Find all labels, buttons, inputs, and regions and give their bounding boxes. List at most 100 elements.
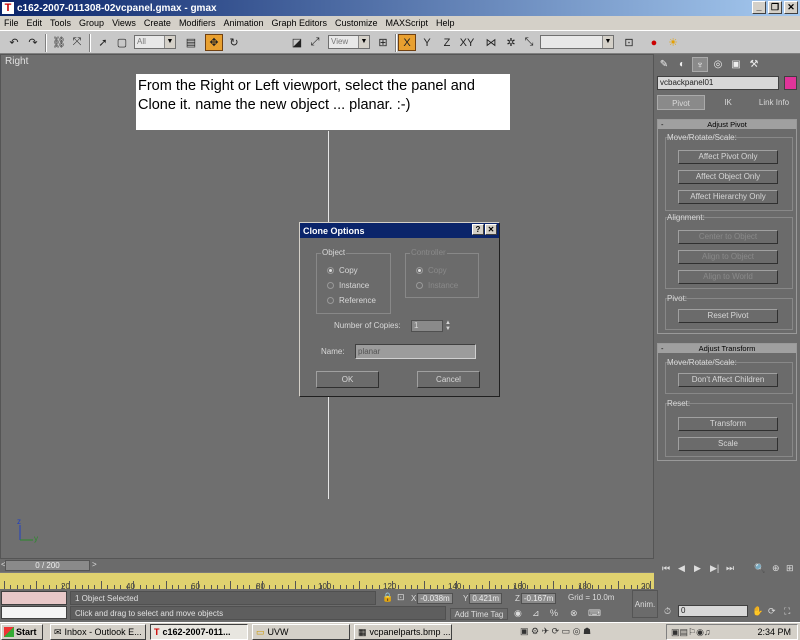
time-config-icon[interactable]: ⏱ <box>664 606 671 617</box>
menu-modifiers[interactable]: Modifiers <box>179 18 216 28</box>
menu-maxscript[interactable]: MAXScript <box>386 18 429 28</box>
current-frame-field[interactable]: 0 <box>678 605 748 617</box>
dont-affect-children-button[interactable]: Don't Affect Children <box>678 373 778 387</box>
next-frame-icon[interactable]: ▶| <box>710 563 719 574</box>
go-to-end-icon[interactable]: ⏭ <box>726 563 734 574</box>
taskbar-item-paint[interactable]: ▦ vcpanelparts.bmp ... <box>354 624 452 640</box>
select-object-icon[interactable]: ➚ <box>94 34 112 51</box>
adjust-pivot-header[interactable]: - Adjust Pivot <box>658 120 796 129</box>
menu-tools[interactable]: Tools <box>50 18 71 28</box>
menu-create[interactable]: Create <box>144 18 171 28</box>
time-slider[interactable]: 0 / 200 <box>5 560 90 571</box>
display-tab-icon[interactable]: ▣ <box>728 57 744 72</box>
link-info-subtab[interactable]: Link Info <box>751 95 797 110</box>
selection-filter-dropdown[interactable]: All ▼ <box>134 35 176 49</box>
previous-frame-icon[interactable]: ◀ <box>678 563 685 574</box>
undo-icon[interactable]: ↶ <box>5 34 23 51</box>
affect-object-only-button[interactable]: Affect Object Only <box>678 170 778 184</box>
lock-selection-icon[interactable]: 🔒 <box>382 592 393 603</box>
select-and-link-icon[interactable]: ⛓ <box>50 34 68 51</box>
align-to-world-button[interactable]: Align to World <box>678 270 778 284</box>
copies-value[interactable]: 1 <box>411 320 443 332</box>
play-icon[interactable]: ▶ <box>694 563 701 574</box>
zoom-extents-icon[interactable]: ⊞ <box>786 563 794 574</box>
clone-name-field[interactable]: planar <box>355 344 476 359</box>
pivot-subtab[interactable]: Pivot <box>657 95 705 110</box>
minimize-button[interactable]: _ <box>752 1 766 14</box>
snaps-toggle-icon[interactable]: ⊡ <box>620 34 638 51</box>
restrict-y-icon[interactable]: Y <box>418 34 436 51</box>
menu-graph-editors[interactable]: Graph Editors <box>271 18 327 28</box>
align-icon[interactable]: ⤡ <box>520 34 538 51</box>
adjust-transform-header[interactable]: - Adjust Transform <box>658 344 796 353</box>
x-value[interactable]: -0.038m <box>417 593 453 604</box>
menu-help[interactable]: Help <box>436 18 455 28</box>
select-and-squash-icon[interactable]: ⤢ <box>306 34 324 51</box>
menu-edit[interactable]: Edit <box>27 18 43 28</box>
x-coordinate[interactable]: X -0.038m <box>411 593 453 604</box>
radio-instance[interactable]: Instance <box>327 281 369 290</box>
dialog-help-button[interactable]: ? <box>472 224 484 235</box>
arc-rotate-icon[interactable]: ⟳ <box>768 606 776 617</box>
close-button[interactable]: ✕ <box>784 1 798 14</box>
time-slider-track[interactable]: < 0 / 200 > <box>0 559 654 572</box>
center-to-object-button[interactable]: Center to Object <box>678 230 778 244</box>
slider-next-icon[interactable]: > <box>92 560 97 569</box>
absolute-mode-icon[interactable]: ⊡ <box>397 592 405 603</box>
clock[interactable]: 2:34 PM <box>757 627 791 637</box>
pan-icon[interactable]: ✋ <box>752 606 763 617</box>
menu-views[interactable]: Views <box>112 18 136 28</box>
pivot-center-icon[interactable]: ⊞ <box>374 34 392 51</box>
maxscript-listener-bottom[interactable] <box>1 606 67 619</box>
restrict-z-icon[interactable]: Z <box>438 34 456 51</box>
z-coordinate[interactable]: Z -0.167m <box>515 593 557 604</box>
named-selection-dropdown[interactable]: ▼ <box>540 35 614 49</box>
zoom-icon[interactable]: 🔍 <box>754 563 765 574</box>
select-and-scale-icon[interactable]: ◪ <box>288 34 306 51</box>
z-value[interactable]: -0.167m <box>520 593 557 604</box>
add-time-tag-button[interactable]: Add Time Tag <box>450 608 508 620</box>
taskbar-item-gmax[interactable]: Tc162-2007-011... <box>150 624 248 640</box>
zoom-all-icon[interactable]: ⊕ <box>772 563 780 574</box>
radio-reference[interactable]: Reference <box>327 296 376 305</box>
object-name-field[interactable]: vcbackpanel01 <box>657 76 779 90</box>
modify-tab-icon[interactable]: ◐ <box>674 57 690 72</box>
ik-subtab[interactable]: IK <box>705 95 751 110</box>
quicklaunch-icons[interactable]: ▣ ⚙ ✈ ⟳ ▭ ◎ ☗ <box>520 626 591 637</box>
select-by-name-icon[interactable]: ▤ <box>182 34 200 51</box>
maxscript-listener-top[interactable] <box>1 591 67 605</box>
redo-icon[interactable]: ↷ <box>24 34 42 51</box>
reset-pivot-button[interactable]: Reset Pivot <box>678 309 778 323</box>
tray-icons[interactable]: ▣▤⚐◉♫ <box>671 627 711 638</box>
reference-coordinate-dropdown[interactable]: View ▼ <box>328 35 370 49</box>
selection-region-icon[interactable]: ▢ <box>113 34 131 51</box>
snap-toggle-icon[interactable]: ◉ <box>514 608 522 619</box>
maximize-viewport-icon[interactable]: ⛶ <box>784 606 790 617</box>
y-value[interactable]: 0.421m <box>469 593 503 604</box>
animate-button[interactable]: Anim. <box>632 590 658 618</box>
start-button[interactable]: Start <box>1 624 43 640</box>
menu-animation[interactable]: Animation <box>223 18 263 28</box>
mirror-icon[interactable]: ⋈ <box>482 34 500 51</box>
ok-button[interactable]: OK <box>316 371 379 388</box>
taskbar-item-uvw[interactable]: ▭ UVW <box>252 624 350 640</box>
menu-group[interactable]: Group <box>79 18 104 28</box>
hierarchy-tab-icon[interactable]: ♆ <box>692 57 708 72</box>
reset-transform-button[interactable]: Transform <box>678 417 778 431</box>
select-and-move-icon[interactable]: ✥ <box>205 34 223 51</box>
go-to-start-icon[interactable]: ⏮ <box>662 563 670 574</box>
restrict-xy-icon[interactable]: XY <box>458 34 476 51</box>
viewport-label[interactable]: Right <box>5 56 28 67</box>
track-bar[interactable]: 20 40 60 80 100 120 140 160 180 20 <box>0 572 654 591</box>
render-icon[interactable]: ☀ <box>664 34 682 51</box>
copies-spinner[interactable]: 1 ▲ ▼ <box>411 320 453 332</box>
select-and-rotate-icon[interactable]: ↻ <box>225 34 243 51</box>
percent-snap-icon[interactable]: % <box>550 608 558 618</box>
reset-scale-button[interactable]: Scale <box>678 437 778 451</box>
radio-copy[interactable]: Copy <box>327 266 358 275</box>
align-to-object-button[interactable]: Align to Object <box>678 250 778 264</box>
affect-pivot-only-button[interactable]: Affect Pivot Only <box>678 150 778 164</box>
taskbar-item-outlook[interactable]: ✉ Inbox - Outlook E... <box>50 624 146 640</box>
cancel-button[interactable]: Cancel <box>417 371 480 388</box>
menu-customize[interactable]: Customize <box>335 18 378 28</box>
